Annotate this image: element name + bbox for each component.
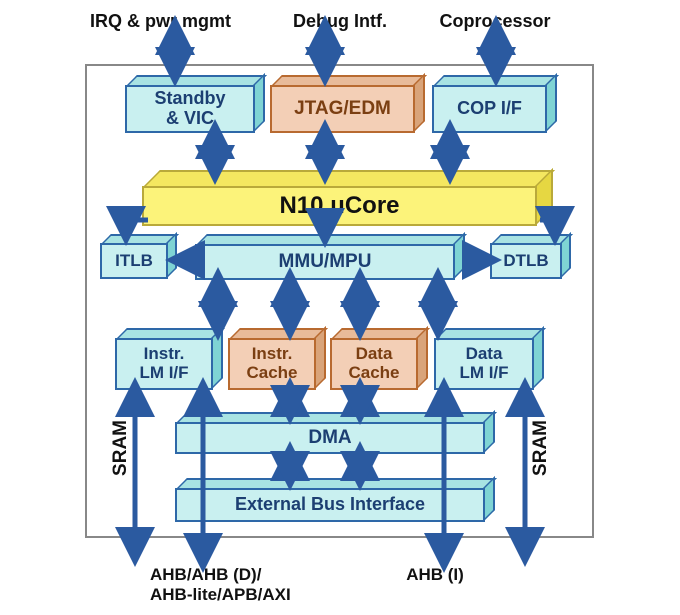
text: ITLB: [115, 252, 153, 271]
block-itlb: ITLB: [100, 243, 168, 279]
text: JTAG/EDM: [294, 99, 391, 120]
block-dtlb: DTLB: [490, 243, 562, 279]
label-debug: Debug Intf.: [270, 11, 410, 32]
block-datalm: DataLM I/F: [434, 338, 534, 390]
text: DTLB: [503, 252, 548, 271]
block-dma: DMA: [175, 422, 485, 454]
block-icache: Instr.Cache: [228, 338, 316, 390]
text: External Bus Interface: [235, 495, 425, 515]
text: & VIC: [154, 109, 225, 129]
label-sram-right: SRAM: [530, 420, 552, 476]
text: Instr.: [246, 345, 297, 364]
block-instrlm: Instr.LM I/F: [115, 338, 213, 390]
text: DMA: [308, 428, 351, 449]
label-cop: Coprocessor: [420, 11, 570, 32]
text: LM I/F: [139, 364, 188, 383]
text: MMU/MPU: [279, 252, 372, 273]
diagram-canvas: IRQ & pwr mgmt Debug Intf. Coprocessor S…: [0, 0, 680, 615]
block-dcache: DataCache: [330, 338, 418, 390]
block-mmu: MMU/MPU: [195, 244, 455, 280]
text: N10 μCore: [279, 193, 399, 219]
text: Data: [348, 345, 399, 364]
label-ahb-d: AHB/AHB (D)/ AHB-lite/APB/AXI: [150, 565, 360, 605]
chip-boundary: [85, 64, 594, 538]
text: Cache: [246, 364, 297, 383]
label-irq: IRQ & pwr mgmt: [90, 11, 260, 32]
block-cop: COP I/F: [432, 85, 547, 133]
block-jtag: JTAG/EDM: [270, 85, 415, 133]
text: Cache: [348, 364, 399, 383]
label-sram-left: SRAM: [110, 420, 132, 476]
block-core: N10 μCore: [142, 186, 537, 226]
block-standby: Standby& VIC: [125, 85, 255, 133]
text: Instr.: [139, 345, 188, 364]
text: Data: [459, 345, 508, 364]
text: Standby: [154, 89, 225, 109]
block-ext: External Bus Interface: [175, 488, 485, 522]
text: COP I/F: [457, 99, 522, 119]
label-ahb-i: AHB (I): [380, 565, 490, 585]
text: LM I/F: [459, 364, 508, 383]
